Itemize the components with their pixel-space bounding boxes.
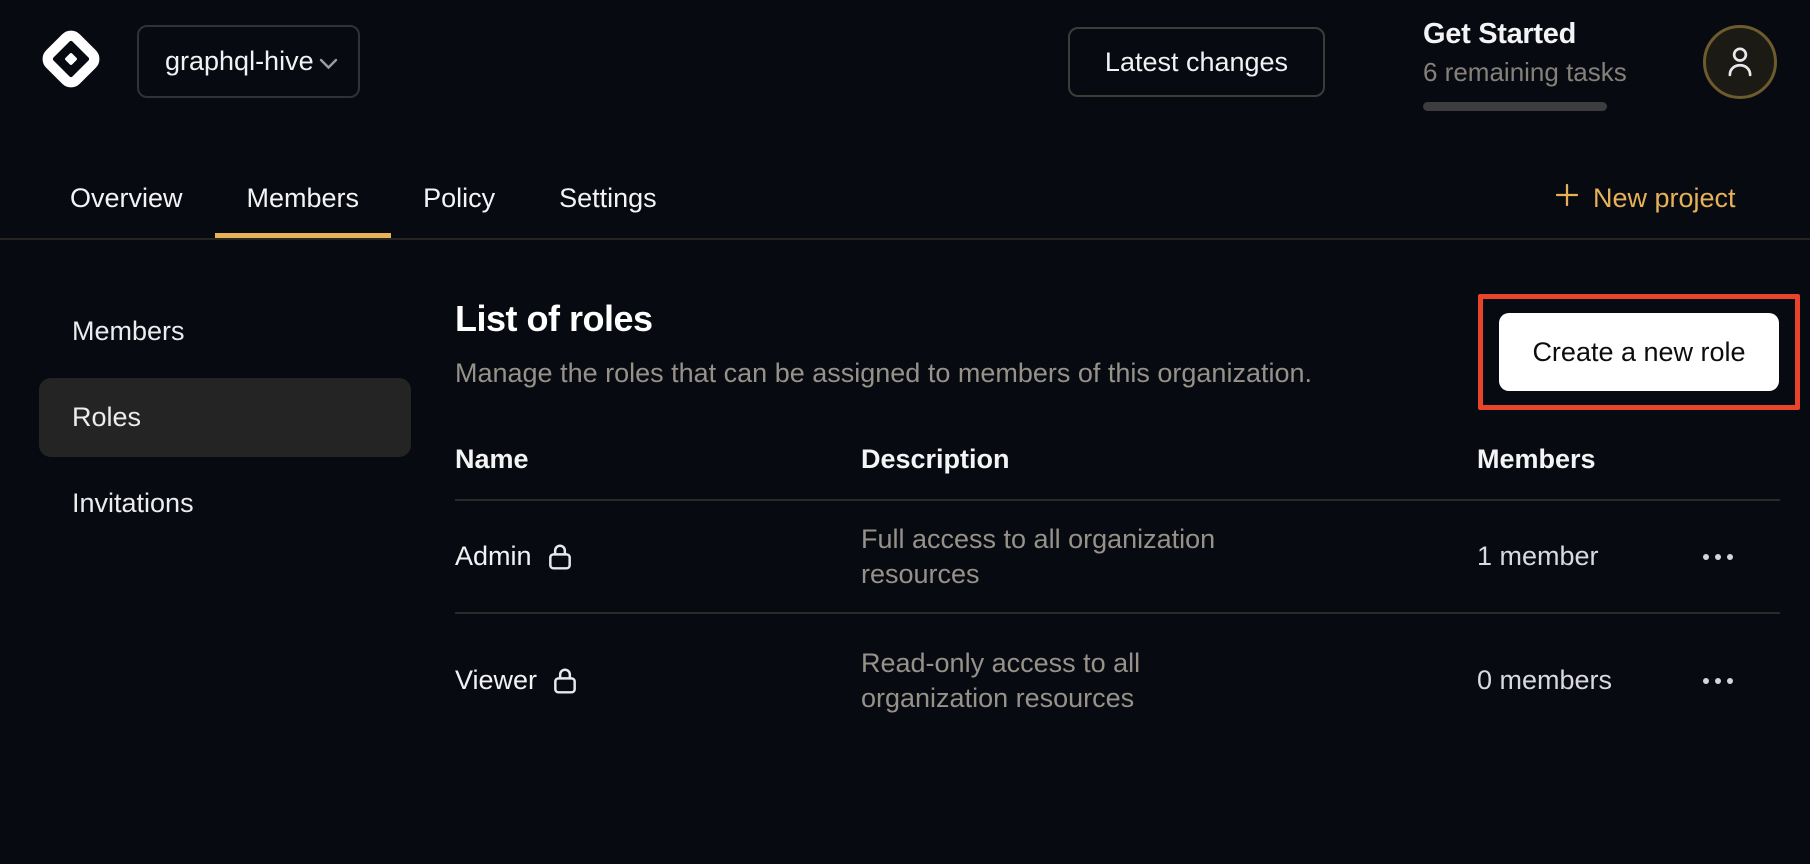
user-icon — [1721, 42, 1759, 83]
role-name: Viewer — [455, 665, 537, 696]
role-menu-button[interactable] — [1697, 544, 1739, 570]
lock-icon — [548, 542, 572, 571]
app-root: graphql-hive Latest changes Get Started … — [0, 0, 1810, 864]
role-name: Admin — [455, 541, 532, 572]
lock-icon — [553, 666, 577, 695]
table-row-admin[interactable]: Admin Full access to all organization re… — [455, 501, 1780, 614]
column-header-description: Description — [861, 444, 1477, 475]
role-menu-button[interactable] — [1697, 668, 1739, 694]
org-name: graphql-hive — [165, 46, 314, 77]
table-row-viewer[interactable]: Viewer Read-only access to all organizat… — [455, 614, 1780, 747]
get-started-progressbar — [1423, 102, 1607, 111]
members-sidebar: Members Roles Invitations — [39, 292, 411, 550]
roles-table-header: Name Description Members — [455, 420, 1780, 501]
tab-policy[interactable]: Policy — [391, 183, 527, 239]
header-divider — [0, 238, 1810, 240]
new-project-label: New project — [1593, 183, 1736, 214]
column-header-name: Name — [455, 444, 861, 475]
hive-logo-icon[interactable] — [38, 26, 104, 92]
role-description: Full access to all organization resource… — [861, 522, 1291, 592]
role-member-count: 1 member — [1477, 541, 1697, 572]
tab-members[interactable]: Members — [215, 183, 392, 239]
chevron-down-icon — [319, 46, 338, 77]
org-switcher-dropdown[interactable]: graphql-hive — [137, 25, 360, 98]
plus-icon — [1554, 182, 1580, 215]
get-started-widget[interactable]: Get Started 6 remaining tasks — [1423, 18, 1607, 111]
column-header-members: Members — [1477, 444, 1697, 475]
roles-table: Name Description Members Admin Full acce… — [455, 420, 1780, 747]
get-started-title: Get Started — [1423, 18, 1607, 51]
sidebar-item-members[interactable]: Members — [39, 292, 411, 371]
annotation-highlight-box: Create a new role — [1478, 294, 1800, 410]
tab-overview[interactable]: Overview — [38, 183, 215, 239]
page-title: List of roles — [455, 298, 653, 340]
ellipsis-icon — [1703, 554, 1709, 560]
sidebar-item-invitations[interactable]: Invitations — [39, 464, 411, 543]
get-started-subtitle: 6 remaining tasks — [1423, 57, 1607, 88]
role-member-count: 0 members — [1477, 665, 1697, 696]
tab-settings[interactable]: Settings — [527, 183, 689, 239]
ellipsis-icon — [1703, 678, 1709, 684]
new-project-button[interactable]: New project — [1548, 180, 1742, 216]
role-description: Read-only access to all organization res… — [861, 646, 1291, 716]
create-role-button[interactable]: Create a new role — [1499, 313, 1779, 391]
page-subtitle: Manage the roles that can be assigned to… — [455, 358, 1312, 389]
sidebar-item-roles[interactable]: Roles — [39, 378, 411, 457]
avatar[interactable] — [1703, 25, 1777, 99]
org-tabs: Overview Members Policy Settings — [38, 183, 689, 239]
latest-changes-button[interactable]: Latest changes — [1068, 27, 1325, 97]
